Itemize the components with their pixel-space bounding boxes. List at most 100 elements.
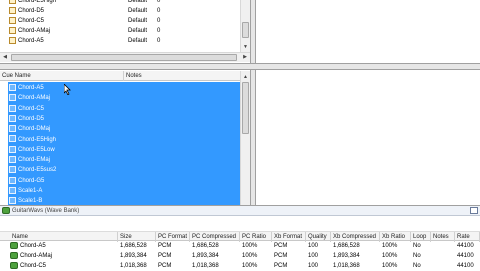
cue-icon	[9, 26, 16, 34]
wave-cell: PCM	[158, 243, 172, 249]
scroll-left-arrow-icon[interactable]: ◀	[0, 53, 10, 61]
cue-name: Chord-E5High	[18, 136, 57, 143]
wave-cell: 100%	[242, 243, 258, 249]
wave-cell: 100	[308, 243, 319, 249]
top-row-name: Chord-E5High	[18, 0, 57, 4]
scroll-right-arrow-icon[interactable]: ▶	[240, 53, 250, 61]
wave-row[interactable]: Chord-AMaj 1,893,384 PCM 1,893,384 100% PCM 10…	[0, 251, 480, 261]
cue-icon	[9, 135, 16, 143]
cue-name: Scale1-B	[18, 198, 43, 205]
cue-name: Chord-A5	[18, 85, 44, 91]
wave-cell: 1,893,384	[120, 253, 147, 259]
cue-icon	[9, 104, 16, 112]
cue-icon	[9, 83, 16, 91]
wave-cell: No	[413, 253, 421, 259]
top-row-category: Default	[128, 18, 148, 24]
cue-list-scroll-thumb[interactable]	[242, 82, 249, 134]
cue-name: Chord-E5sus2	[18, 167, 57, 174]
wave-bank-header: Name Size PC Format PC Compressed PC Ratio Xb…	[0, 231, 480, 242]
top-list-row[interactable]: Chord-AMaj Default 0	[0, 26, 240, 36]
vertical-splitter[interactable]	[250, 0, 256, 205]
wave-cell: 1,686,528	[192, 243, 219, 249]
cue-name: Chord-EMaj	[18, 157, 51, 164]
top-row-value: 0	[157, 8, 161, 14]
cue-list-row[interactable]: Scale1-A	[9, 186, 239, 196]
wave-file-icon	[10, 261, 18, 269]
top-row-value: 0	[157, 18, 161, 24]
wave-row[interactable]: Chord-A5 1,686,528 PCM 1,686,528 100% PCM 100 1…	[0, 241, 480, 251]
top-list-row[interactable]: Chord-A5 Default 0	[0, 36, 240, 46]
mouse-cursor-icon	[63, 83, 72, 97]
wave-cell: 100	[308, 253, 319, 259]
cue-list-scrollbar[interactable]: ▲	[240, 71, 250, 205]
cue-list-row[interactable]: Chord-G5	[9, 176, 239, 186]
wave-cell-name: Chord-A5	[20, 243, 46, 249]
cue-list-row[interactable]: Chord-C5	[9, 104, 239, 114]
cue-name: Chord-G5	[18, 177, 45, 184]
top-row-name: Chord-AMaj	[18, 28, 51, 34]
top-row-category: Default	[128, 8, 148, 14]
cue-icon	[9, 176, 16, 184]
cue-list-row[interactable]: Chord-E5Low	[9, 145, 239, 155]
wave-file-icon	[10, 251, 18, 259]
top-row-category: Default	[128, 28, 148, 34]
top-row-value: 0	[157, 28, 161, 34]
cue-list-header: Cue Name Notes	[0, 71, 240, 81]
wave-cell: 1,893,384	[333, 253, 360, 259]
cue-icon	[9, 145, 16, 153]
cue-name: Scale1-A	[18, 188, 43, 194]
cue-icon	[9, 16, 16, 24]
column-notes[interactable]: Notes	[124, 71, 240, 81]
wave-cell: 1,686,528	[120, 243, 147, 249]
wave-cell: 100%	[382, 253, 398, 259]
wave-cell: PCM	[274, 253, 288, 259]
cue-icon	[9, 94, 16, 102]
cue-icon	[9, 166, 16, 174]
scroll-down-arrow-icon[interactable]: ▼	[241, 43, 250, 51]
wave-bank-icon	[2, 206, 10, 214]
top-list-row[interactable]: Chord-C5 Default 0	[0, 16, 240, 26]
cue-list-panel: Cue Name Notes Chord-A5 Chord-AMaj Chord-C…	[0, 71, 250, 205]
cue-name: Chord-AMaj	[18, 95, 51, 102]
cue-list-row[interactable]: Chord-E5High	[9, 135, 239, 145]
cue-list-row[interactable]: Chord-EMaj	[9, 155, 239, 165]
horizontal-splitter[interactable]	[0, 63, 480, 70]
wave-bank-window-icon[interactable]	[470, 207, 478, 214]
cue-name: Chord-DMaj	[18, 126, 51, 133]
wave-cell: 100%	[242, 253, 258, 259]
top-row-name: Chord-D5	[18, 8, 45, 14]
top-list-hscroll-thumb[interactable]	[11, 54, 237, 61]
wave-file-icon	[10, 241, 18, 249]
wave-cell-name: Chord-AMaj	[20, 253, 53, 259]
cue-name: Chord-E5Low	[18, 146, 55, 153]
wave-cell: PCM	[158, 253, 172, 259]
wave-cell: 44100	[457, 253, 474, 259]
top-list-row[interactable]: Chord-D5 Default 0	[0, 6, 240, 16]
top-list-scroll-thumb[interactable]	[242, 22, 249, 38]
top-row-value: 0	[157, 38, 161, 44]
cue-list-row[interactable]: Chord-DMaj	[9, 124, 239, 134]
column-cue-name[interactable]: Cue Name	[0, 71, 124, 81]
wave-bank-titlebar: GuitarWavs (Wave Bank)	[2, 206, 472, 216]
cue-list-row[interactable]: Chord-AMaj	[9, 93, 239, 103]
wave-bank-title: GuitarWavs (Wave Bank)	[12, 208, 80, 214]
cue-list-row[interactable]: Chord-A5	[9, 83, 239, 93]
wave-cell: PCM	[274, 243, 288, 249]
wave-cell: 1,686,528	[333, 243, 360, 249]
wave-cell: No	[413, 243, 421, 249]
cue-name: Chord-C5	[18, 105, 45, 112]
cue-scroll-up-arrow-icon[interactable]: ▲	[241, 73, 250, 81]
cue-list-row[interactable]: Chord-E5sus2	[9, 165, 239, 175]
cue-list-row[interactable]: Chord-D5	[9, 114, 239, 124]
wave-cell-name: Chord-C5	[20, 263, 47, 269]
top-list-scrollbar[interactable]: ▼	[240, 0, 250, 52]
cue-icon	[9, 6, 16, 14]
cue-icon	[9, 186, 16, 194]
top-row-name: Chord-A5	[18, 38, 44, 44]
cue-icon	[9, 114, 16, 122]
top-row-category: Default	[128, 38, 148, 44]
top-list-hscrollbar[interactable]: ◀ ▶	[0, 52, 250, 62]
wave-cell: 44100	[457, 243, 474, 249]
wave-cell: 1,893,384	[192, 253, 219, 259]
cue-icon	[9, 156, 16, 164]
